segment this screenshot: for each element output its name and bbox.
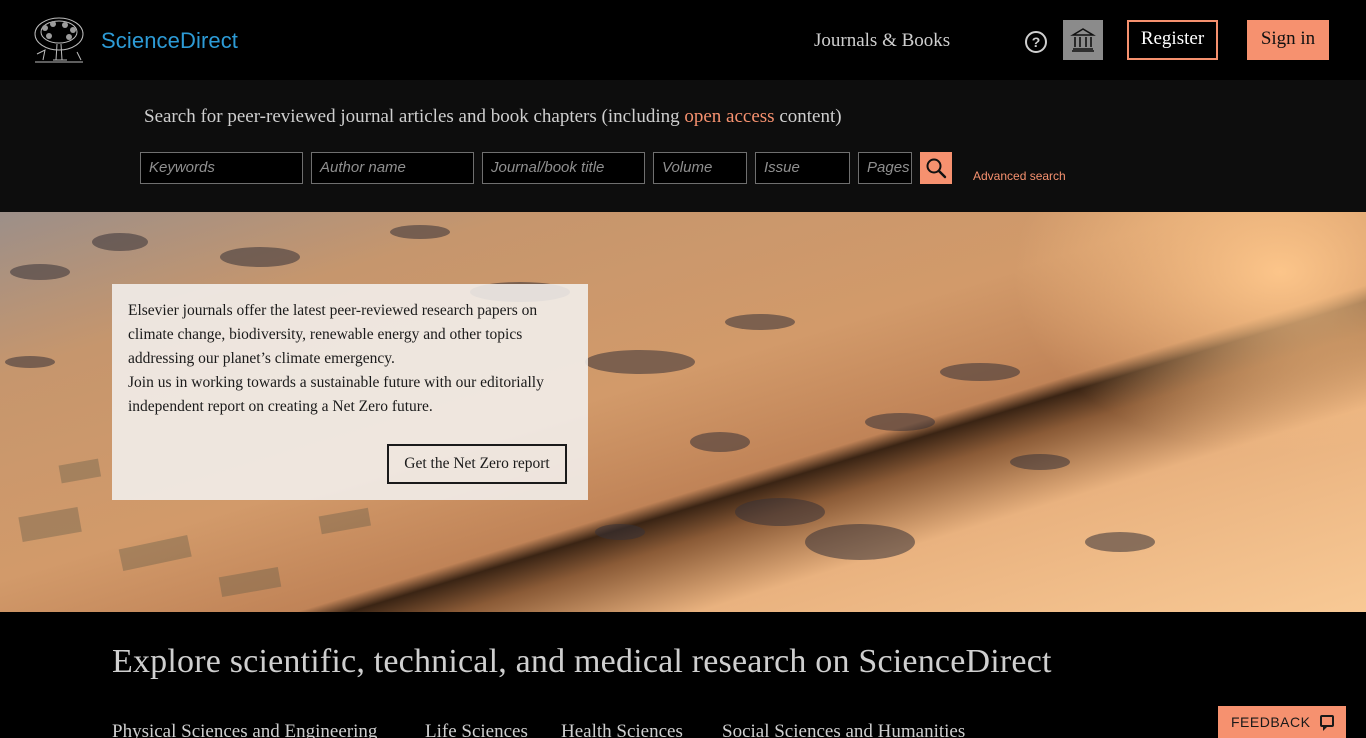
institution-button[interactable]	[1063, 20, 1103, 60]
open-access-link[interactable]: open access	[684, 106, 774, 127]
author-name-input[interactable]: Author name	[311, 152, 474, 184]
promo-text-line1: Elsevier journals offer the latest peer-…	[128, 302, 538, 367]
net-zero-report-button[interactable]: Get the Net Zero report	[387, 444, 567, 484]
header-bar: ScienceDirect Journals & Books ? Registe…	[0, 0, 1366, 80]
category-social-sciences[interactable]: Social Sciences and Humanities	[722, 721, 965, 738]
brand-name[interactable]: ScienceDirect	[101, 28, 238, 54]
category-life-sciences[interactable]: Life Sciences	[425, 721, 528, 738]
journal-book-title-input[interactable]: Journal/book title	[482, 152, 645, 184]
volume-input[interactable]: Volume	[653, 152, 747, 184]
sign-in-button[interactable]: Sign in	[1247, 20, 1329, 60]
keywords-input[interactable]: Keywords	[140, 152, 303, 184]
pages-input[interactable]: Pages	[858, 152, 912, 184]
search-caption: Search for peer-reviewed journal article…	[144, 106, 842, 128]
category-physical-sciences[interactable]: Physical Sciences and Engineering	[112, 721, 377, 738]
explore-section: Explore scientific, technical, and medic…	[0, 612, 1366, 738]
promo-text-line2: Join us in working towards a sustainable…	[128, 374, 544, 415]
net-zero-promo-card: Elsevier journals offer the latest peer-…	[112, 284, 588, 500]
elsevier-tree-logo[interactable]	[31, 14, 87, 66]
search-section: Search for peer-reviewed journal article…	[0, 80, 1366, 212]
advanced-search-link[interactable]: Advanced search	[973, 169, 1066, 183]
nav-journals-books[interactable]: Journals & Books	[814, 30, 950, 52]
search-icon	[926, 158, 947, 179]
feedback-button[interactable]: FEEDBACK	[1218, 706, 1346, 738]
search-button[interactable]	[920, 152, 952, 184]
explore-heading: Explore scientific, technical, and medic…	[112, 643, 1052, 680]
institution-icon	[1070, 28, 1096, 52]
feedback-label: FEEDBACK	[1231, 714, 1311, 730]
chat-bubble-icon	[1320, 715, 1334, 731]
help-icon[interactable]: ?	[1025, 31, 1047, 53]
search-caption-text: Search for peer-reviewed journal article…	[144, 106, 685, 127]
issue-input[interactable]: Issue	[755, 152, 850, 184]
hero-banner: Elsevier journals offer the latest peer-…	[0, 212, 1366, 612]
promo-text: Elsevier journals offer the latest peer-…	[128, 299, 576, 419]
category-health-sciences[interactable]: Health Sciences	[561, 721, 683, 738]
search-caption-end: content)	[774, 106, 842, 127]
register-button[interactable]: Register	[1127, 20, 1218, 60]
